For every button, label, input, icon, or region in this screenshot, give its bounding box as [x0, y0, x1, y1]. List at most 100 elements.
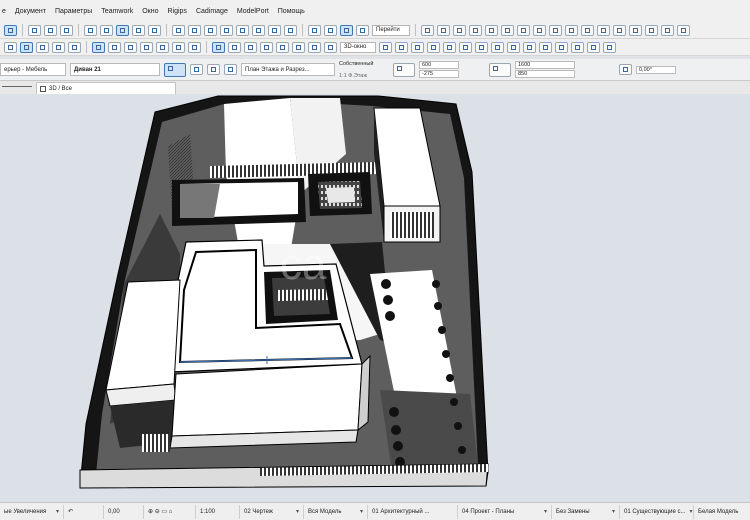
- share-icon[interactable]: [603, 41, 616, 53]
- mesh-icon[interactable]: [517, 24, 530, 36]
- box-3d-icon[interactable]: [379, 41, 392, 53]
- perspective-icon[interactable]: [395, 41, 408, 53]
- menu-modelport[interactable]: ModelPort: [237, 8, 269, 15]
- explode-icon[interactable]: [188, 41, 201, 53]
- shell-icon[interactable]: [501, 24, 514, 36]
- figure-icon[interactable]: [308, 41, 321, 53]
- mirror-object-icon[interactable]: [224, 64, 237, 75]
- guide-lines-icon[interactable]: [92, 41, 105, 53]
- rotate-icon[interactable]: [52, 41, 65, 53]
- intersect-icon[interactable]: [156, 41, 169, 53]
- hotspot-icon[interactable]: [292, 41, 305, 53]
- camera-icon[interactable]: [677, 24, 690, 36]
- zoom-undo-button[interactable]: ↶: [64, 504, 104, 519]
- filter-icon[interactable]: [491, 41, 504, 53]
- group-icon[interactable]: [100, 24, 113, 36]
- zoom-dropdown[interactable]: ые Увеличения ▾: [0, 504, 64, 519]
- door-icon[interactable]: [597, 24, 610, 36]
- layer-icon[interactable]: [116, 24, 129, 36]
- print-icon[interactable]: [587, 41, 600, 53]
- column-icon[interactable]: [437, 24, 450, 36]
- coord-field[interactable]: 0,00: [104, 504, 144, 519]
- height-field[interactable]: 1600: [515, 61, 575, 69]
- floor-plan-icon[interactable]: [308, 24, 321, 36]
- snap-points-icon[interactable]: [228, 41, 241, 53]
- cut-plane-icon[interactable]: [507, 41, 520, 53]
- measure-icon[interactable]: [148, 24, 161, 36]
- lamp-icon[interactable]: [645, 24, 658, 36]
- text-icon[interactable]: [284, 24, 297, 36]
- offset-field[interactable]: -275: [419, 70, 459, 78]
- grid-icon[interactable]: [28, 24, 41, 36]
- view-3d-icon[interactable]: [340, 24, 353, 36]
- layout-icon[interactable]: [356, 24, 369, 36]
- mirror-icon[interactable]: [188, 24, 201, 36]
- worksheet-icon[interactable]: [324, 41, 337, 53]
- viewport-3d[interactable]: ca: [0, 94, 750, 502]
- lock-icon[interactable]: [84, 24, 97, 36]
- fillet-icon[interactable]: [172, 41, 185, 53]
- stair-icon[interactable]: [549, 24, 562, 36]
- morph-icon[interactable]: [661, 24, 674, 36]
- trace-icon[interactable]: [108, 41, 121, 53]
- section-icon[interactable]: [324, 24, 337, 36]
- menu-document[interactable]: Документ: [15, 8, 46, 15]
- view-3d-dropdown[interactable]: 3D-окно: [340, 41, 376, 53]
- snap-guides-icon[interactable]: [212, 41, 225, 53]
- section-box-icon[interactable]: [411, 41, 424, 53]
- render-icon[interactable]: [443, 41, 456, 53]
- project-dropdown[interactable]: 04 Проект - Планы ▾: [458, 504, 552, 519]
- orbit-icon[interactable]: [427, 41, 440, 53]
- export-icon[interactable]: [571, 41, 584, 53]
- arc-icon[interactable]: [260, 41, 273, 53]
- undo-icon[interactable]: [44, 24, 57, 36]
- redo-icon[interactable]: [60, 24, 73, 36]
- existing-dropdown[interactable]: 01 Существующие с... ▾: [620, 504, 694, 519]
- roof-icon[interactable]: [485, 24, 498, 36]
- scale-dropdown[interactable]: 1:100: [196, 504, 240, 519]
- tab-scroll-left-icon[interactable]: [2, 86, 32, 87]
- model-dropdown[interactable]: Вся Модель ▾: [304, 504, 368, 519]
- sun-icon[interactable]: [459, 41, 472, 53]
- elevate-icon[interactable]: [68, 41, 81, 53]
- zone-icon[interactable]: [533, 24, 546, 36]
- geometry-method-icon[interactable]: [164, 62, 186, 77]
- spline-icon[interactable]: [276, 41, 289, 53]
- wall-icon[interactable]: [421, 24, 434, 36]
- angle-field[interactable]: 0,00°: [636, 65, 676, 74]
- renovation-dropdown[interactable]: Без Замены ▾: [552, 504, 620, 519]
- publish-icon[interactable]: [555, 41, 568, 53]
- menu-rigips[interactable]: Rigips: [167, 8, 186, 15]
- floor-plan-dropdown[interactable]: План Этажа и Разрез...: [241, 63, 335, 76]
- shadow-icon[interactable]: [475, 41, 488, 53]
- window-icon[interactable]: [613, 24, 626, 36]
- drag-icon[interactable]: [36, 41, 49, 53]
- adjust-icon[interactable]: [140, 41, 153, 53]
- model-style-dropdown[interactable]: Белая Модель: [694, 505, 750, 519]
- tab-3d-all[interactable]: 3D / Все: [36, 82, 176, 94]
- explode-view-icon[interactable]: [523, 41, 536, 53]
- menu-options[interactable]: Параметры: [55, 8, 92, 15]
- style-icon[interactable]: [539, 41, 552, 53]
- hatch-icon[interactable]: [268, 24, 281, 36]
- depth-field[interactable]: 850: [515, 70, 575, 78]
- stretch-icon[interactable]: [220, 24, 233, 36]
- offset-icon[interactable]: [252, 24, 265, 36]
- slab-icon[interactable]: [469, 24, 482, 36]
- menu-window[interactable]: Окно: [142, 8, 158, 15]
- drawing-dropdown[interactable]: 02 Чертеж ▾: [240, 504, 304, 519]
- goto-dropdown[interactable]: Перейти: [372, 24, 410, 36]
- arch-dropdown[interactable]: 01 Архитектурный ...: [368, 504, 458, 519]
- pen-icon[interactable]: [172, 24, 185, 36]
- align-icon[interactable]: [204, 24, 217, 36]
- snap-icon[interactable]: [4, 41, 17, 53]
- menu-teamwork[interactable]: Teamwork: [101, 8, 133, 15]
- polyline-icon[interactable]: [244, 41, 257, 53]
- copy-icon[interactable]: [132, 24, 145, 36]
- marquee-icon[interactable]: [236, 24, 249, 36]
- anchor-icon[interactable]: [190, 64, 203, 75]
- object-name-field[interactable]: Диван 21: [70, 63, 160, 76]
- magic-wand-icon[interactable]: [20, 41, 33, 53]
- width-field[interactable]: 600: [419, 61, 459, 69]
- menu-cadimage[interactable]: Cadimage: [196, 8, 228, 15]
